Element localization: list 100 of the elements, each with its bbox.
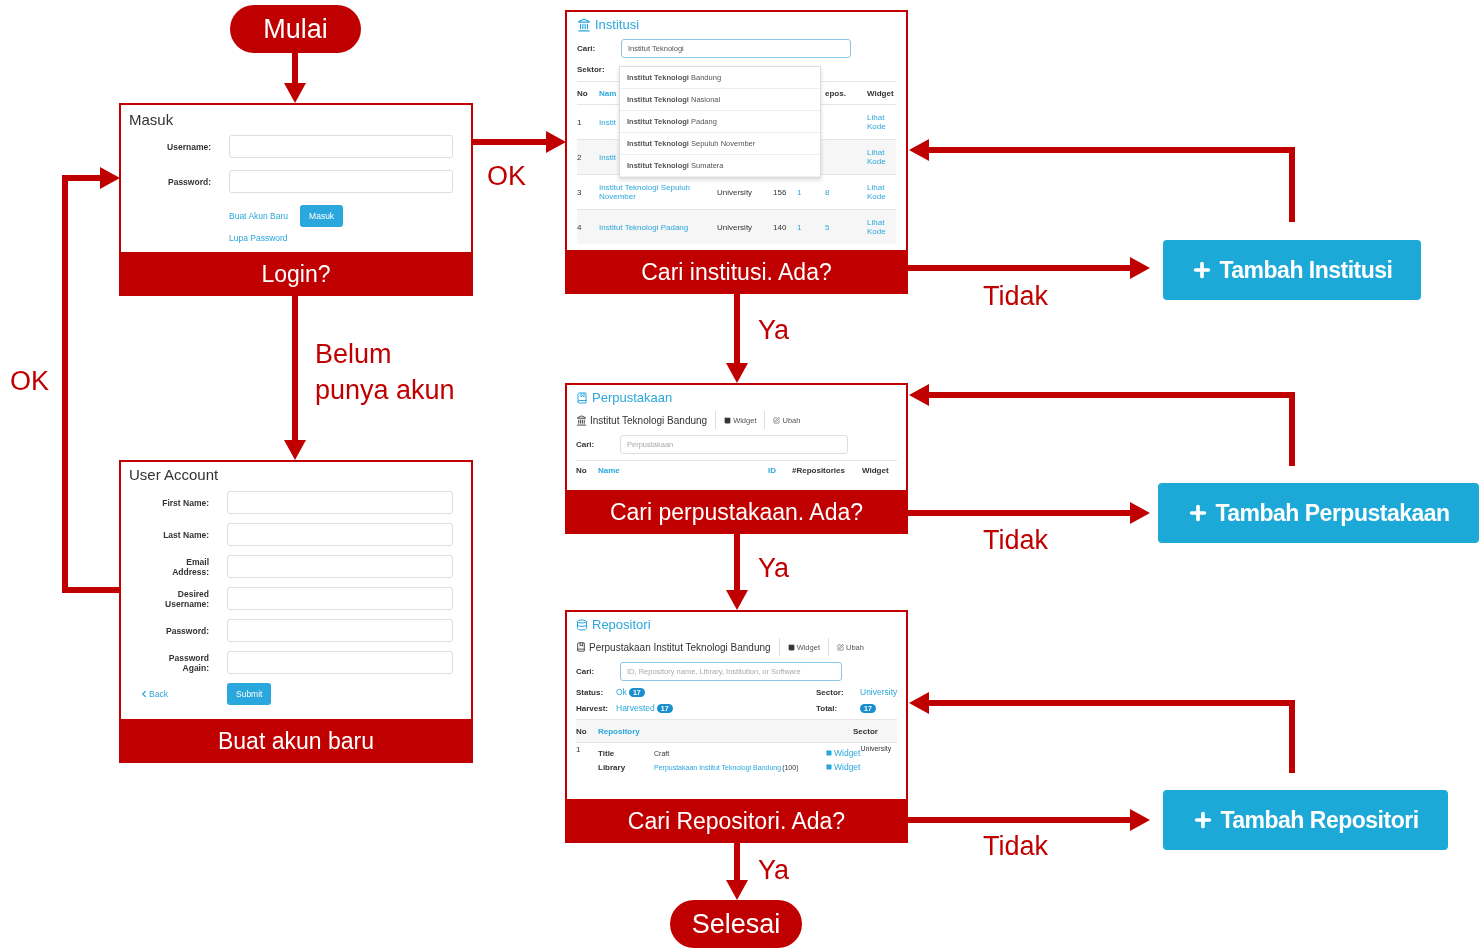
widget-code-link[interactable]: Lihat Kode: [867, 148, 897, 166]
table-cell[interactable]: 5: [825, 222, 867, 232]
column-header: #Repositories: [792, 465, 846, 475]
form-title: User Account: [129, 466, 220, 483]
table-cell-text: 4: [577, 222, 583, 232]
column-header: epos.: [825, 88, 847, 98]
input-field[interactable]: [227, 651, 453, 674]
widget-code-link[interactable]: Lihat Kode: [867, 183, 897, 201]
field-label: Last Name:: [163, 529, 209, 540]
add-button[interactable]: Tambah Institusi: [1163, 240, 1421, 300]
field-label: Username:: [167, 141, 211, 152]
widget-link[interactable]: Widget: [826, 748, 861, 758]
start-terminal: Mulai: [230, 5, 361, 53]
filter-label: Harvest:: [576, 703, 609, 713]
form-title: Masuk: [129, 111, 175, 128]
edge-label: Ya: [758, 552, 790, 585]
table-cell[interactable]: 8: [825, 187, 867, 197]
end-terminal: Selesai: [670, 900, 802, 948]
field-label: Cari:: [576, 440, 596, 449]
column-header: Sector: [853, 726, 879, 736]
input-field[interactable]: [227, 619, 453, 642]
widget-code-link[interactable]: Lihat Kode: [867, 113, 897, 131]
step-caption: Cari perpustakaan. Ada?: [565, 490, 908, 534]
column-header[interactable]: ID: [768, 465, 792, 475]
step-caption: Cari institusi. Ada?: [565, 250, 908, 294]
edge-label: Ya: [758, 314, 790, 347]
step-caption: Cari Repositori. Ada?: [565, 799, 908, 843]
connector-arrow: [726, 842, 748, 900]
institution-icon: [577, 17, 591, 32]
database-icon: [576, 618, 588, 631]
column-header[interactable]: Name: [598, 465, 768, 475]
edge-label: OK: [10, 365, 49, 398]
submit-button[interactable]: Submit: [227, 683, 272, 705]
column-header: Widget: [867, 88, 895, 98]
section-title: Institusi: [595, 17, 640, 32]
table-cell-text: 2: [577, 152, 583, 162]
table-cell-text: 1: [577, 117, 583, 127]
input-field[interactable]: [229, 135, 453, 158]
edge-label: Belum punya akun: [315, 338, 456, 407]
back-link[interactable]: Back: [129, 689, 168, 699]
input-field[interactable]: [227, 587, 453, 610]
input-field[interactable]: [229, 170, 453, 193]
field-label: Password:: [166, 625, 209, 636]
field-label: Cari:: [577, 44, 597, 53]
add-button[interactable]: Tambah Repositori: [1163, 790, 1448, 850]
filter-link[interactable]: Harvested: [616, 703, 655, 713]
input-field[interactable]: [227, 523, 453, 546]
institution-link[interactable]: Institut Teknologi Padang: [599, 222, 717, 232]
table-cell-text: Title: [598, 748, 616, 758]
column-header: No: [576, 726, 588, 736]
table-cell-text: 3: [577, 187, 583, 197]
filter-label: Status:: [576, 687, 605, 697]
filter-label: Total:: [816, 703, 839, 713]
field-label: Desired Username:: [164, 588, 209, 609]
input-field[interactable]: [227, 555, 453, 578]
field-label: Password Again:: [167, 652, 209, 673]
field-label: Email Address:: [171, 556, 209, 577]
field-label: First Name:: [162, 497, 209, 508]
step-caption: Buat akun baru: [119, 719, 473, 763]
widget-link[interactable]: Widget: [826, 762, 861, 772]
table-cell-text: University: [717, 222, 754, 232]
edit-icon: [773, 416, 781, 424]
step-caption: Login?: [119, 252, 473, 296]
field-label: Cari:: [576, 667, 596, 676]
column-header: No: [576, 465, 588, 475]
book-icon: [576, 642, 586, 652]
table-cell-text: 1: [576, 745, 582, 754]
table-cell-text: Library: [598, 762, 627, 772]
table-cell[interactable]: 1: [797, 222, 825, 232]
filter-link[interactable]: Ok: [616, 687, 627, 697]
forgot-password-link[interactable]: Lupa Password: [229, 233, 453, 243]
edge-label: OK: [487, 160, 526, 193]
widget-code-link[interactable]: Lihat Kode: [867, 218, 897, 236]
field-label: Password:: [168, 176, 211, 187]
table-cell-text: 156: [773, 187, 788, 197]
edge-label: Tidak: [983, 524, 1049, 557]
table-cell-text: University: [717, 187, 754, 197]
library-name: Perpustakaan Institut Teknologi Bandung: [589, 641, 771, 653]
table-cell-text: 140: [773, 222, 788, 232]
column-header: Widget: [862, 465, 890, 475]
input-field[interactable]: [227, 491, 453, 514]
edit-icon: [836, 643, 844, 651]
column-header[interactable]: Repository: [598, 726, 853, 736]
book-icon: [576, 391, 588, 404]
edge-label: Tidak: [983, 830, 1049, 863]
filter-label: Sector:: [816, 687, 845, 697]
institution-icon: [576, 414, 587, 426]
institution-link[interactable]: Institut Teknologi Sepuluh November: [599, 183, 717, 201]
filter-link[interactable]: University: [860, 687, 898, 697]
table-cell[interactable]: 1: [797, 187, 825, 197]
edge-label: Ya: [758, 854, 790, 887]
column-header: No: [577, 88, 589, 98]
field-label: Sektor:: [577, 65, 606, 74]
edge-label: Tidak: [983, 280, 1049, 313]
register-link[interactable]: Buat Akun Baru: [229, 211, 289, 221]
add-button[interactable]: Tambah Perpustakaan: [1158, 483, 1479, 543]
login-button[interactable]: Masuk: [300, 205, 344, 227]
chevron-left-icon: [139, 689, 149, 699]
section-title: Perpustakaan: [592, 390, 673, 405]
section-title: Repositori: [592, 617, 651, 632]
